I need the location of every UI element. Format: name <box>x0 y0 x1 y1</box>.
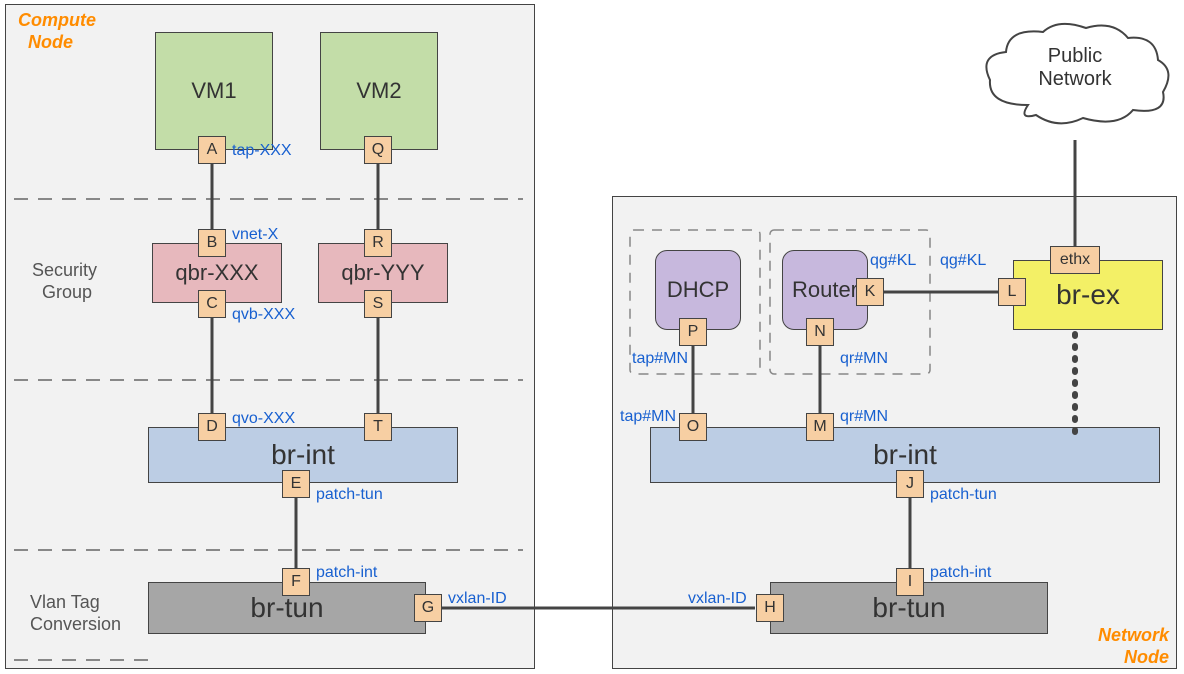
port-B: B <box>198 229 226 257</box>
lbl-qvoXXX: qvo-XXX <box>232 410 295 428</box>
cloud-l2: Network <box>1038 68 1111 90</box>
lbl-tapXXX: tap-XXX <box>232 142 292 160</box>
vlan-l1: Vlan Tag <box>30 592 100 612</box>
port-S: S <box>364 290 392 318</box>
network-title-1: Network <box>1098 625 1169 645</box>
br-int-compute-label: br-int <box>271 439 335 471</box>
lbl-tapMN2: tap#MN <box>632 350 688 368</box>
vlan-l2: Conversion <box>30 614 121 634</box>
cloud-l1: Public <box>1048 45 1102 67</box>
lbl-patchint1: patch-int <box>316 564 377 582</box>
port-K: K <box>856 278 884 306</box>
port-A: A <box>198 136 226 164</box>
port-F: F <box>282 568 310 596</box>
port-R: R <box>364 229 392 257</box>
port-H: H <box>756 594 784 622</box>
lbl-qgKL2: qg#KL <box>940 252 986 270</box>
lbl-patchtun1: patch-tun <box>316 486 383 504</box>
lbl-patchtun2: patch-tun <box>930 486 997 504</box>
br-ex-label: br-ex <box>1056 279 1120 311</box>
port-J: J <box>896 470 924 498</box>
br-tun-network-label: br-tun <box>872 592 945 624</box>
lbl-qvbXXX: qvb-XXX <box>232 306 295 324</box>
br-int-network-label: br-int <box>873 439 937 471</box>
sec-group-l1: Security <box>32 260 97 280</box>
port-ethx: ethx <box>1050 246 1100 274</box>
port-G: G <box>414 594 442 622</box>
lbl-qrMN1: qr#MN <box>840 408 888 426</box>
qbr-xxx-label: qbr-XXX <box>175 260 258 286</box>
port-D: D <box>198 413 226 441</box>
lbl-tapMN1: tap#MN <box>620 408 676 426</box>
dhcp-label: DHCP <box>667 277 729 303</box>
lbl-vxlanID2: vxlan-ID <box>688 590 747 608</box>
br-tun-compute-label: br-tun <box>250 592 323 624</box>
port-P: P <box>679 318 707 346</box>
vm2-label: VM2 <box>356 78 401 104</box>
vm2-box: VM2 <box>320 32 438 150</box>
port-L: L <box>998 278 1026 306</box>
vm1-box: VM1 <box>155 32 273 150</box>
port-Q: Q <box>364 136 392 164</box>
port-N: N <box>806 318 834 346</box>
lbl-patchint2: patch-int <box>930 564 991 582</box>
network-title-2: Node <box>1124 647 1169 667</box>
lbl-qgKL1: qg#KL <box>870 252 916 270</box>
router-label: Router <box>792 277 858 303</box>
port-O: O <box>679 413 707 441</box>
port-I: I <box>896 568 924 596</box>
lbl-vnetX: vnet-X <box>232 226 278 244</box>
compute-title-2: Node <box>28 32 73 52</box>
compute-title-1: Compute <box>18 10 96 30</box>
port-E: E <box>282 470 310 498</box>
lbl-vxlanID1: vxlan-ID <box>448 590 507 608</box>
port-T: T <box>364 413 392 441</box>
sec-group-l2: Group <box>42 282 92 302</box>
port-M: M <box>806 413 834 441</box>
qbr-yyy-label: qbr-YYY <box>341 260 424 286</box>
lbl-qrMN2: qr#MN <box>840 350 888 368</box>
port-C: C <box>198 290 226 318</box>
vm1-label: VM1 <box>191 78 236 104</box>
